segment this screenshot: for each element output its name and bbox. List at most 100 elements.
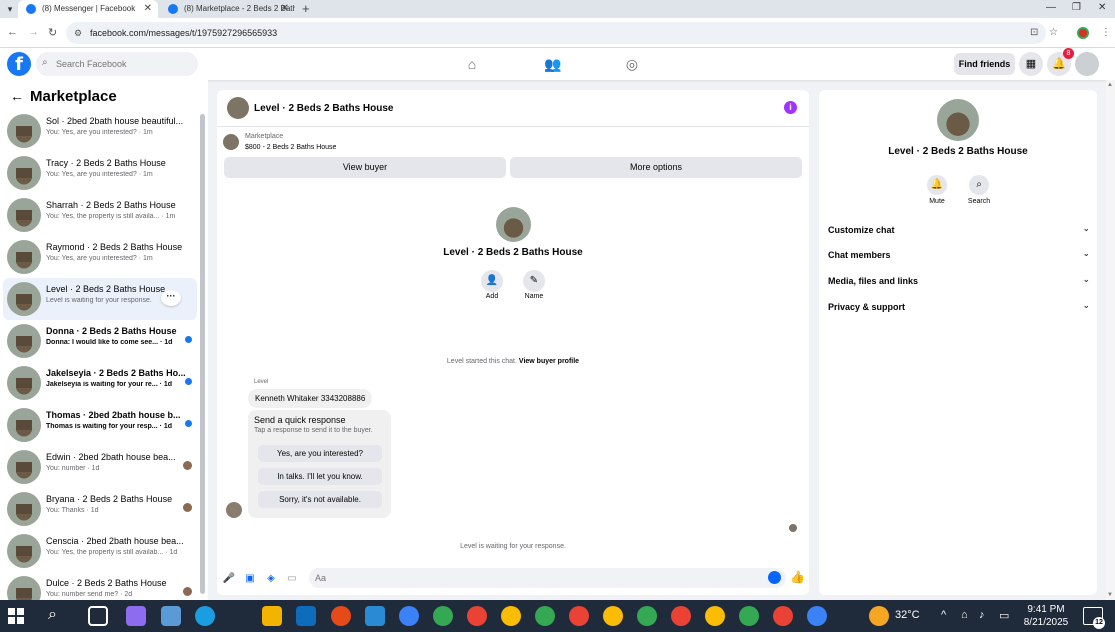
- find-friends-button[interactable]: Find friends: [954, 53, 1015, 75]
- chrome-icon[interactable]: [773, 606, 793, 626]
- account-avatar[interactable]: [1075, 52, 1099, 76]
- like-thumb-icon[interactable]: 👍: [790, 570, 805, 584]
- search-input[interactable]: [56, 56, 191, 72]
- media-files-row[interactable]: Media, files and links ⌄: [828, 274, 1090, 290]
- conversation-item[interactable]: Sharrah · 2 Beds 2 Baths House You: Yes, …: [3, 194, 197, 236]
- sidebar-scrollbar[interactable]: [200, 114, 205, 594]
- app-icon[interactable]: [399, 606, 419, 626]
- chrome-icon[interactable]: [637, 606, 657, 626]
- conversation-item[interactable]: Sol · 2bed 2bath house beautiful... You: …: [3, 110, 197, 152]
- site-info-icon[interactable]: ⚙: [74, 28, 82, 39]
- page-scrollbar[interactable]: ▲ ▼: [1106, 80, 1115, 600]
- chrome-icon[interactable]: [739, 606, 759, 626]
- quick-response-button[interactable]: Sorry, it's not available.: [258, 491, 382, 508]
- back-arrow-icon[interactable]: ←: [10, 88, 24, 104]
- task-view-icon[interactable]: [88, 606, 108, 626]
- close-tab-icon[interactable]: ✕: [281, 0, 289, 18]
- chrome-icon[interactable]: [535, 606, 555, 626]
- facebook-search[interactable]: ⌕: [36, 52, 198, 76]
- chrome-icon[interactable]: [671, 606, 691, 626]
- conversation-item[interactable]: Dulce · 2 Beds 2 Baths House You: number …: [3, 572, 197, 600]
- outlook-icon[interactable]: [296, 606, 316, 626]
- chrome-icon[interactable]: [569, 606, 589, 626]
- forward-icon[interactable]: →: [28, 26, 39, 38]
- chrome-icon[interactable]: [603, 606, 623, 626]
- microphone-icon[interactable]: 🎤: [222, 572, 236, 586]
- customize-chat-row[interactable]: Customize chat ⌄: [828, 223, 1090, 239]
- close-window-icon[interactable]: ✕: [1098, 2, 1106, 13]
- conversation-item[interactable]: Jakelseyia · 2 Beds 2 Baths Ho... Jakelse…: [3, 362, 197, 404]
- scroll-down-icon[interactable]: ▼: [1107, 592, 1113, 598]
- browser-profile-icon[interactable]: [1077, 27, 1089, 39]
- chrome-icon[interactable]: [705, 606, 725, 626]
- facebook-logo-icon[interactable]: f: [7, 52, 31, 76]
- browser-menu-icon[interactable]: ⋮: [1101, 27, 1111, 38]
- app-icon[interactable]: [807, 606, 827, 626]
- search-icon[interactable]: ⌕: [969, 175, 989, 195]
- chat-members-row[interactable]: Chat members ⌄: [828, 248, 1090, 264]
- tab-messenger[interactable]: (8) Messenger | Facebook ✕: [18, 0, 158, 18]
- conversation-item[interactable]: Level · 2 Beds 2 Baths House Level is wai…: [3, 278, 197, 320]
- reload-icon[interactable]: ↻: [48, 26, 57, 39]
- groups-icon[interactable]: ◎: [622, 54, 642, 74]
- taskbar-clock[interactable]: 9:41 PM 8/21/2025: [1018, 603, 1074, 629]
- chrome-icon[interactable]: [467, 606, 487, 626]
- view-buyer-button[interactable]: View buyer: [224, 157, 506, 178]
- more-options-icon[interactable]: ···: [161, 290, 181, 306]
- windows-start-icon[interactable]: [8, 608, 24, 624]
- app-icon[interactable]: [161, 606, 181, 626]
- conversation-item[interactable]: Edwin · 2bed 2bath house bea... You: numb…: [3, 446, 197, 488]
- info-icon[interactable]: i: [784, 101, 797, 114]
- mute-bell-icon[interactable]: 🔔: [927, 175, 947, 195]
- restore-icon[interactable]: ❐: [1072, 2, 1081, 13]
- emoji-icon[interactable]: [768, 571, 781, 584]
- sticker-icon[interactable]: ◈: [264, 572, 278, 586]
- minimize-icon[interactable]: —: [1046, 2, 1056, 13]
- scroll-up-icon[interactable]: ▲: [1107, 82, 1113, 88]
- edit-name-icon[interactable]: ✎: [523, 270, 545, 292]
- quick-response-button[interactable]: In talks. I'll let you know.: [258, 468, 382, 485]
- conversation-item[interactable]: Bryana · 2 Beds 2 Baths House You: Thanks…: [3, 488, 197, 530]
- chrome-icon[interactable]: [501, 606, 521, 626]
- chat-avatar[interactable]: [227, 97, 249, 119]
- conversation-item[interactable]: Raymond · 2 Beds 2 Baths House You: Yes, …: [3, 236, 197, 278]
- gif-icon[interactable]: ▭: [285, 572, 299, 586]
- copilot-icon[interactable]: [126, 606, 146, 626]
- network-icon[interactable]: ⌂: [961, 609, 968, 621]
- display-icon[interactable]: ▭: [999, 609, 1009, 622]
- close-tab-icon[interactable]: ✕: [144, 0, 152, 18]
- taskbar-search-icon[interactable]: ⌕: [48, 606, 57, 624]
- tab-search-icon[interactable]: ▾: [4, 3, 16, 15]
- url-text[interactable]: facebook.com/messages/t/1975927296565933: [90, 28, 277, 38]
- message-input[interactable]: [309, 568, 786, 588]
- new-tab-icon[interactable]: +: [302, 1, 310, 16]
- quick-response-button[interactable]: Yes, are you interested?: [258, 445, 382, 462]
- home-icon[interactable]: ⌂: [462, 54, 482, 74]
- conversation-item[interactable]: Donna · 2 Beds 2 Baths House Donna: I wou…: [3, 320, 197, 362]
- weather-icon[interactable]: [869, 606, 889, 626]
- privacy-support-row[interactable]: Privacy & support ⌄: [828, 300, 1090, 316]
- add-person-icon[interactable]: 👤: [481, 270, 503, 292]
- temperature[interactable]: 32°C: [895, 609, 920, 621]
- chrome-icon[interactable]: [433, 606, 453, 626]
- chrome-icon[interactable]: [331, 606, 351, 626]
- conversation-preview: You: Thanks · 1d: [46, 507, 99, 514]
- store-icon[interactable]: [262, 606, 282, 626]
- edge-browser-icon[interactable]: [195, 606, 215, 626]
- bookmark-star-icon[interactable]: ☆: [1049, 27, 1058, 38]
- conversation-item[interactable]: Censcia · 2bed 2bath house bea... You: Ye…: [3, 530, 197, 572]
- volume-icon[interactable]: ♪: [979, 609, 985, 621]
- friends-icon[interactable]: 👥: [543, 54, 563, 74]
- tray-chevron-up-icon[interactable]: ^: [941, 609, 946, 621]
- tab-marketplace[interactable]: (8) Marketplace - 2 Beds 2 Bath ✕: [160, 0, 295, 18]
- conversation-item[interactable]: Thomas · 2bed 2bath house b... Thomas is …: [3, 404, 197, 446]
- more-options-button[interactable]: More options: [510, 157, 802, 178]
- view-buyer-profile-link[interactable]: View buyer profile: [519, 358, 579, 365]
- chat-title[interactable]: Level · 2 Beds 2 Baths House: [254, 103, 394, 114]
- back-icon[interactable]: ←: [7, 26, 18, 38]
- menu-grid-icon[interactable]: ▦: [1019, 52, 1043, 76]
- app-icon[interactable]: [365, 606, 385, 626]
- install-app-icon[interactable]: ⊡: [1030, 27, 1038, 38]
- photo-icon[interactable]: ▣: [243, 572, 257, 586]
- conversation-item[interactable]: Tracy · 2 Beds 2 Baths House You: Yes, ar…: [3, 152, 197, 194]
